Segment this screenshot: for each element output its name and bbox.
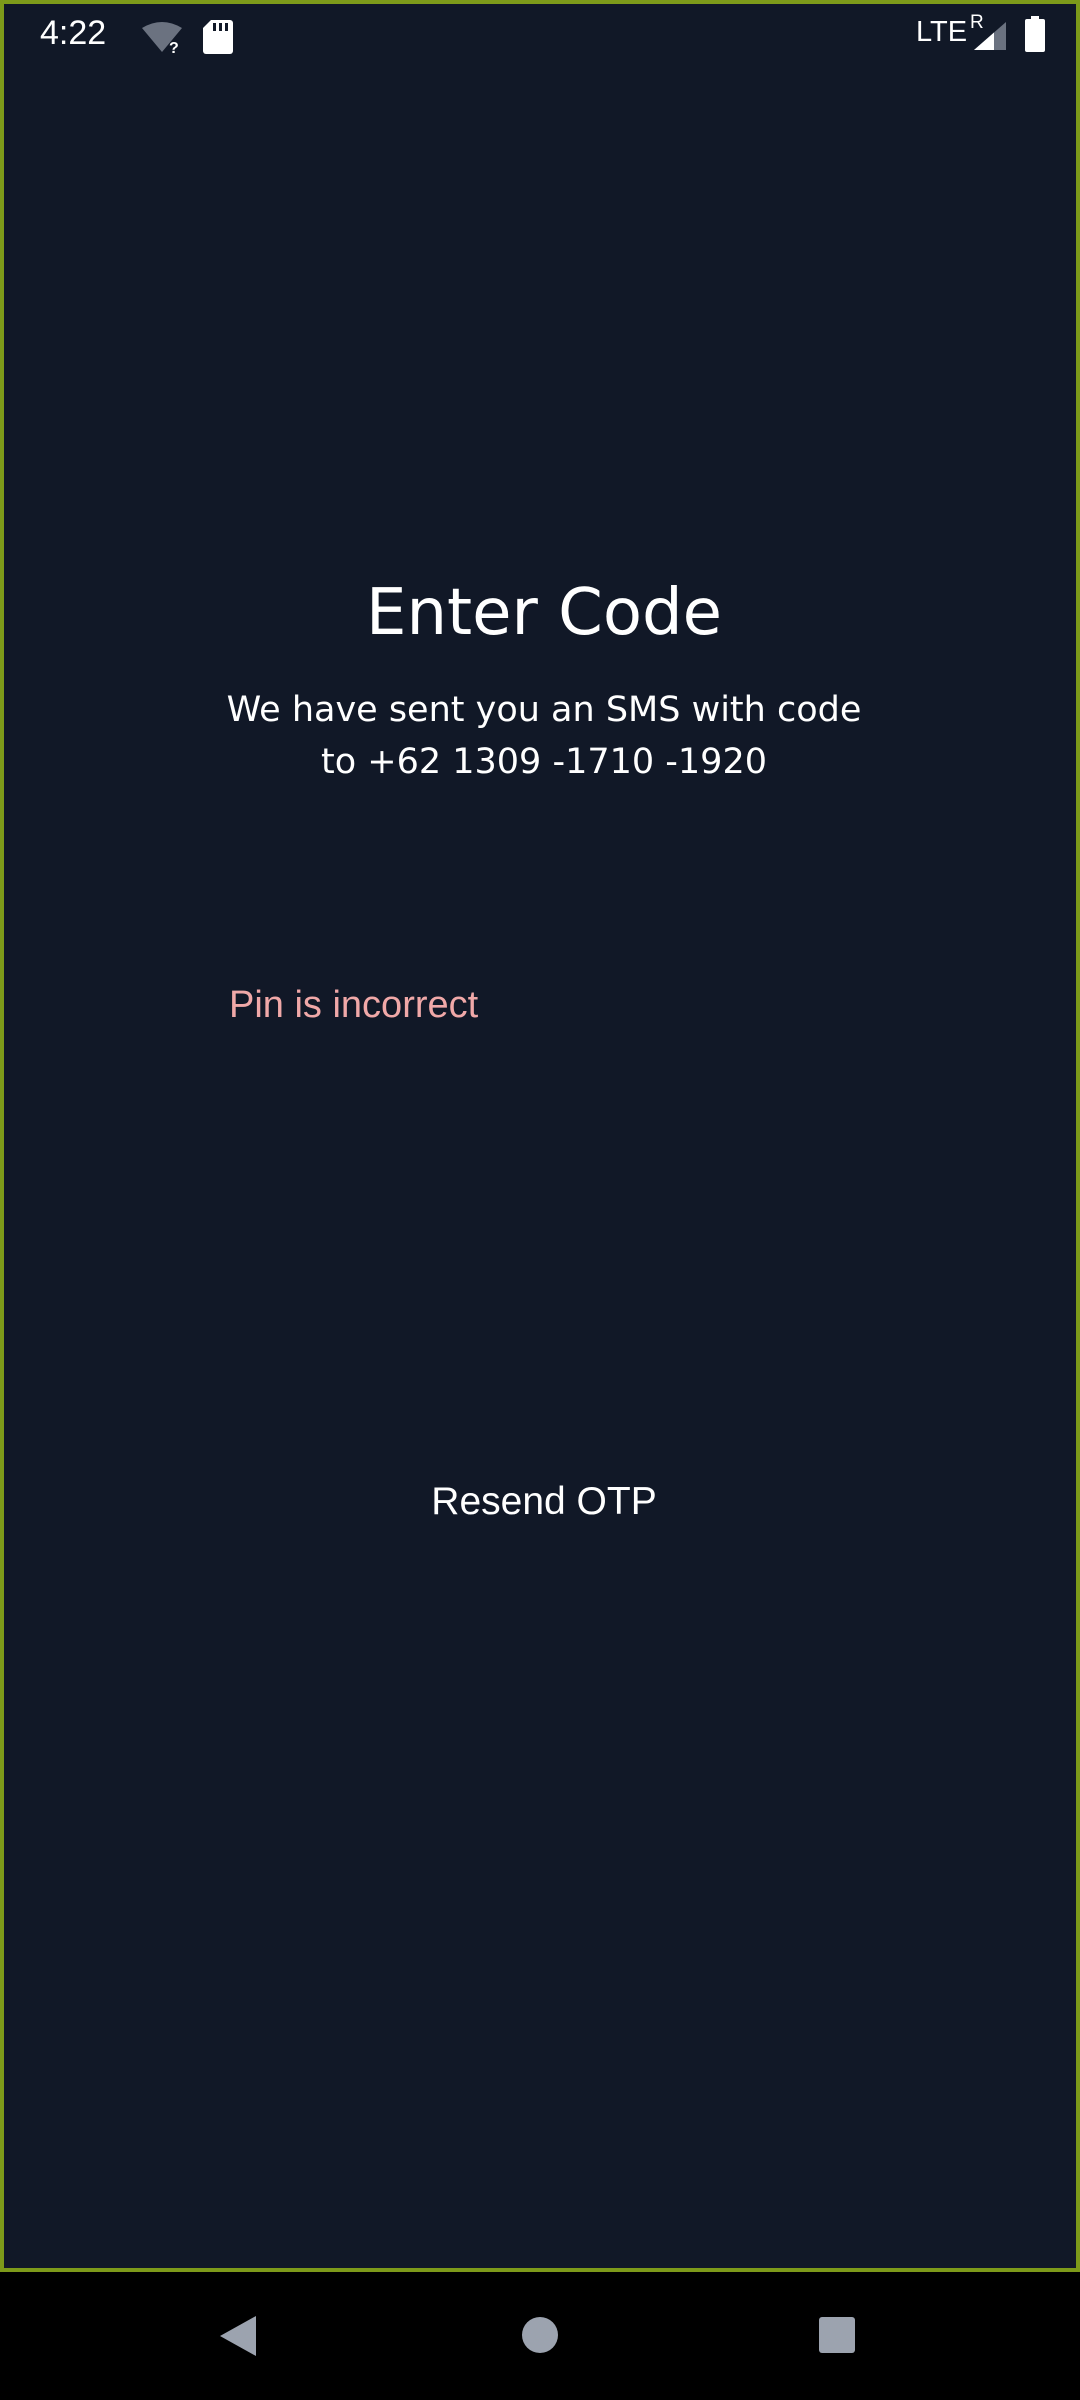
- home-icon[interactable]: [521, 2316, 559, 2354]
- back-icon[interactable]: [218, 2314, 258, 2358]
- sd-card-icon: [203, 20, 233, 54]
- subtitle-line-1: We have sent you an SMS with code: [226, 690, 862, 730]
- error-message: Pin is incorrect: [229, 984, 479, 1026]
- otp-input[interactable]: [204, 834, 884, 954]
- navigation-bar: [0, 2272, 1080, 2400]
- otp-screen: 4:22 ? LTE R Enter Code We have sent you…: [0, 0, 1080, 2272]
- battery-icon: [1025, 16, 1045, 52]
- status-time: 4:22: [40, 14, 107, 52]
- signal-icon: [974, 22, 1006, 50]
- svg-text:?: ?: [169, 40, 179, 54]
- page-title: Enter Code: [366, 576, 722, 650]
- subtitle-line-2: to +62 1309 -1710 -1920: [321, 742, 767, 782]
- screen: 4:22 ? LTE R Enter Code We have sent you…: [0, 0, 1080, 2400]
- recents-icon[interactable]: [818, 2316, 856, 2354]
- wifi-unknown-icon: ?: [142, 22, 182, 54]
- sms-sent-description: We have sent you an SMS with code to +62…: [144, 684, 944, 788]
- resend-otp-button[interactable]: Resend OTP: [394, 1472, 694, 1532]
- status-bar: 4:22 ? LTE R: [4, 4, 1080, 68]
- network-type-label: LTE: [916, 16, 968, 48]
